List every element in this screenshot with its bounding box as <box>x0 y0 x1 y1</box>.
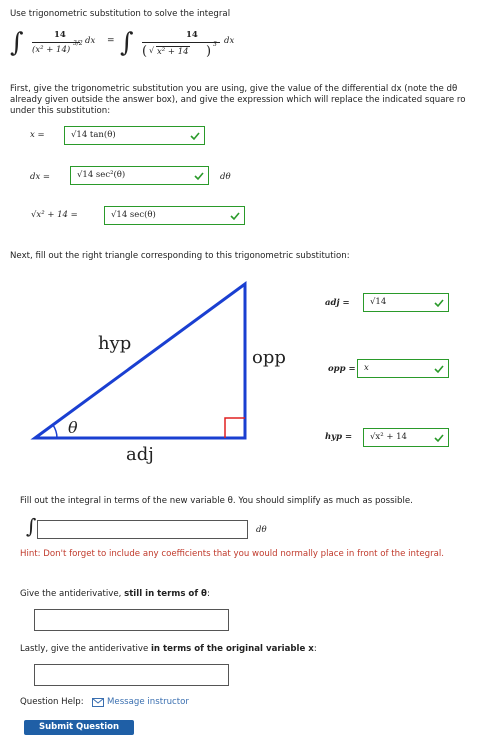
hyp-input[interactable]: √x² + 14 <box>363 428 449 447</box>
opp-answer-label: opp = <box>328 364 356 374</box>
hint-text: Hint: Don't forget to include any coeffi… <box>20 549 444 559</box>
integral-theta-input[interactable] <box>37 520 248 539</box>
correct-check-icon <box>434 299 444 308</box>
original-prompt: Lastly, give the antiderivative in terms… <box>20 644 317 654</box>
integral-prompt: Fill out the integral in terms of the ne… <box>20 496 413 506</box>
integral-expression: ∫ 14 (x² + 14) 3/2 dx = ∫ 14 ( √ x² + 14… <box>10 28 235 59</box>
question-help-label: Question Help: <box>20 697 84 707</box>
opp-input[interactable]: x <box>357 359 449 378</box>
root-label: √x² + 14 = <box>31 210 78 220</box>
theta-label: θ <box>68 418 78 437</box>
correct-check-icon <box>230 212 240 221</box>
envelope-icon <box>92 698 104 707</box>
angle-arc <box>52 424 58 439</box>
dx-label: dx = <box>30 172 51 182</box>
dtheta-label: dθ <box>220 172 231 182</box>
correct-check-icon <box>434 365 444 374</box>
dx-input[interactable]: √14 sec²(θ) <box>70 166 209 185</box>
x-label: x = <box>30 130 45 140</box>
instructions-text: First, give the trigonometric substituti… <box>10 84 466 116</box>
message-instructor-link[interactable]: Message instructor <box>107 697 189 708</box>
hyp-label: hyp <box>98 333 132 354</box>
triangle-prompt: Next, fill out the right triangle corres… <box>10 251 350 261</box>
integral-sign: ∫ <box>26 514 37 538</box>
antideriv-x-input[interactable] <box>34 664 229 686</box>
adj-input[interactable]: √14 <box>363 293 449 312</box>
adj-label: adj <box>126 444 154 465</box>
x-substitution-input[interactable]: √14 tan(θ) <box>64 126 205 145</box>
antideriv-prompt: Give the antiderivative, still in terms … <box>20 589 210 599</box>
correct-check-icon <box>434 434 444 443</box>
submit-button[interactable]: Submit Question <box>24 720 134 735</box>
root-input[interactable]: √14 sec(θ) <box>104 206 245 225</box>
correct-check-icon <box>194 172 204 181</box>
triangle-shape <box>30 281 247 440</box>
dtheta-suffix: dθ <box>256 525 267 535</box>
hyp-answer-label: hyp = <box>325 432 353 442</box>
correct-check-icon <box>190 132 200 141</box>
adj-answer-label: adj = <box>325 298 350 308</box>
intro-text: Use trigonometric substitution to solve … <box>10 9 231 19</box>
opp-label: opp <box>252 347 286 368</box>
right-angle-marker <box>224 417 245 438</box>
right-triangle <box>30 281 247 440</box>
antideriv-theta-input[interactable] <box>34 609 229 631</box>
